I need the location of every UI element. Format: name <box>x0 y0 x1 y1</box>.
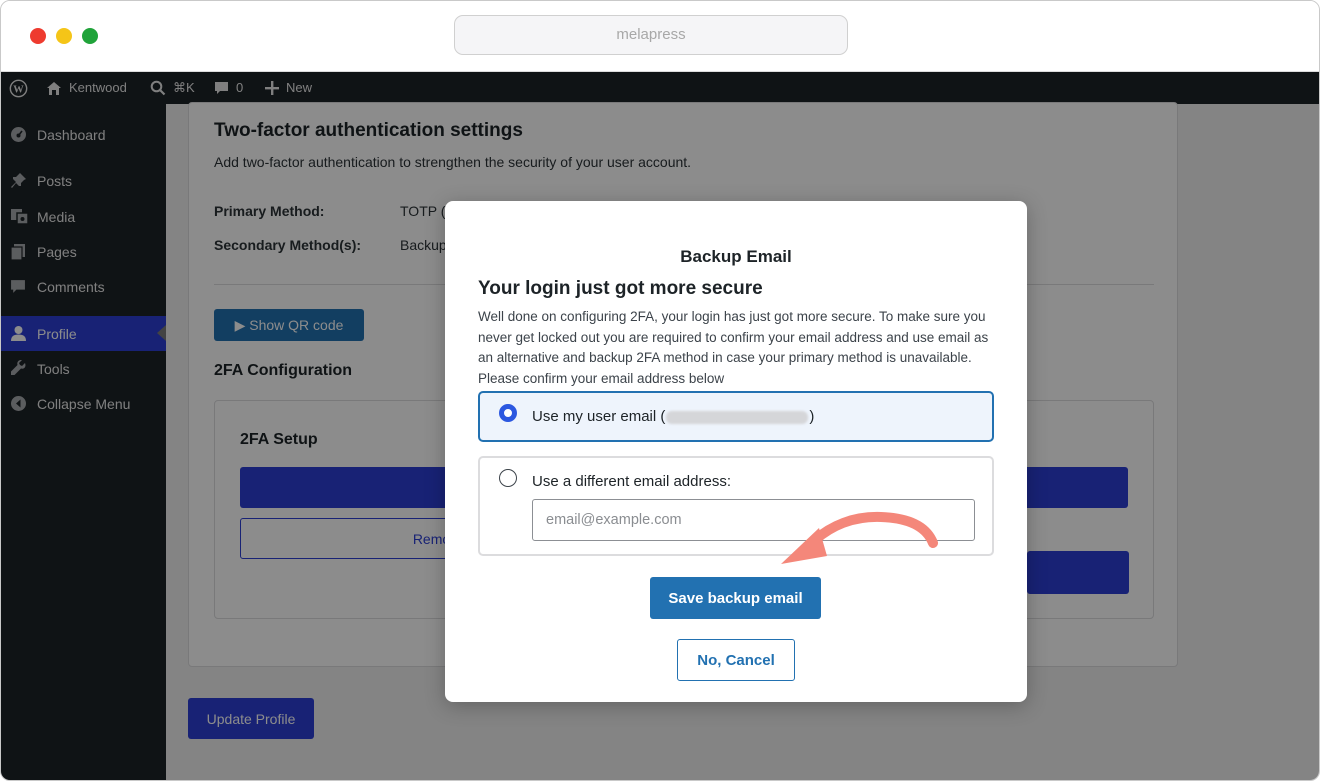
option-user-email-label: Use my user email () <box>532 408 814 425</box>
close-window-button[interactable] <box>30 28 46 44</box>
address-bar[interactable]: melapress <box>454 15 848 55</box>
redacted-email <box>666 410 809 424</box>
browser-toolbar: melapress <box>1 1 1319 72</box>
cancel-button[interactable]: No, Cancel <box>677 639 795 681</box>
minimize-window-button[interactable] <box>56 28 72 44</box>
option-different-email-label: Use a different email address: <box>532 473 731 490</box>
annotation-arrow-icon <box>781 511 938 564</box>
option-user-email-prefix: Use my user email ( <box>532 408 666 425</box>
backup-email-modal: Backup Email Your login just got more se… <box>445 201 1027 702</box>
save-backup-email-button[interactable]: Save backup email <box>650 577 821 619</box>
radio-user-email[interactable] <box>499 404 517 422</box>
modal-heading: Your login just got more secure <box>478 278 763 299</box>
modal-description: Well done on configuring 2FA, your login… <box>478 309 989 386</box>
option-user-email-suffix: ) <box>809 408 815 425</box>
browser-window: melapress W Kentwood ⌘K 0 New Dashboard <box>0 0 1320 781</box>
radio-different-email[interactable] <box>499 469 517 487</box>
modal-title: Backup Email <box>680 247 792 266</box>
option-user-email[interactable]: Use my user email () <box>478 391 994 442</box>
maximize-window-button[interactable] <box>82 28 98 44</box>
